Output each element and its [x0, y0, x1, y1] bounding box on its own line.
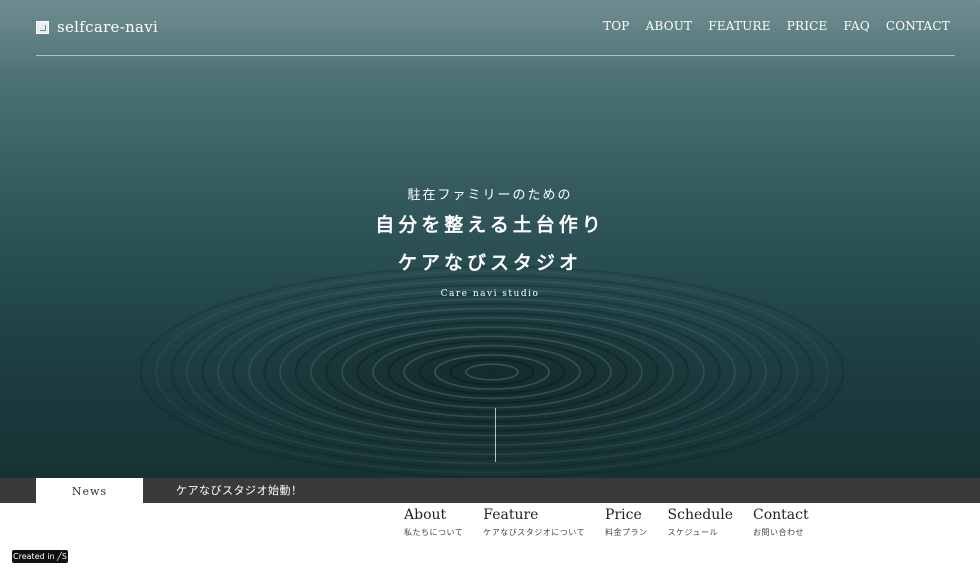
ripple-ring — [310, 316, 674, 428]
ripple-ring — [248, 298, 736, 446]
square-logo-icon — [36, 20, 49, 34]
nav-feature[interactable]: FEATURE — [708, 19, 770, 33]
nav-about[interactable]: ABOUT — [646, 19, 693, 33]
ripple-ring — [372, 335, 612, 409]
section-nav-subtitle: スケジュール — [667, 528, 718, 537]
ripple-ring — [217, 288, 767, 455]
ripple-ring — [403, 344, 581, 400]
hero-english-title: Care navi studio — [440, 289, 540, 299]
ripple-ring — [418, 349, 566, 395]
hero-subtitle: 駐在ファミリーのための — [407, 188, 573, 203]
news-tab[interactable]: News — [36, 478, 143, 503]
hero-title-line1: 自分を整える土台作り — [375, 214, 605, 236]
scroll-indicator — [495, 408, 496, 462]
section-nav-subtitle: ケアなびスタジオについて — [483, 528, 586, 537]
created-in-badge[interactable]: Created in ╱S — [12, 550, 68, 563]
news-headline[interactable]: ケアなびスタジオ始動！ — [176, 478, 303, 503]
ripple-ring — [465, 363, 519, 381]
logo-text: selfcare-navi — [57, 18, 159, 36]
site-logo[interactable]: selfcare-navi — [36, 18, 158, 36]
header-divider — [36, 55, 955, 56]
nav-price[interactable]: PRICE — [787, 19, 828, 33]
section-nav-title: Price — [605, 507, 642, 523]
nav-faq[interactable]: FAQ — [843, 19, 869, 33]
ripple-ring — [325, 321, 659, 423]
section-nav-title: Feature — [483, 507, 539, 523]
section-nav-price[interactable]: Price 料金プラン — [605, 507, 648, 538]
section-nav-about[interactable]: About 私たちについて — [404, 507, 463, 538]
section-nav-title: Schedule — [667, 507, 734, 523]
section-nav-schedule[interactable]: Schedule スケジュール — [668, 507, 733, 538]
hero-title-line2: ケアなびスタジオ — [397, 252, 582, 274]
section-nav-subtitle: 料金プラン — [605, 528, 648, 537]
section-nav-subtitle: 私たちについて — [404, 528, 464, 537]
ripple-ring — [449, 358, 535, 386]
nav-top[interactable]: TOP — [603, 19, 630, 33]
section-nav: About 私たちについて Feature ケアなびスタジオについて Price… — [404, 507, 809, 538]
main-nav: TOP ABOUT FEATURE PRICE FAQ CONTACT — [603, 19, 950, 33]
ripple-ring — [263, 302, 721, 442]
section-nav-title: Contact — [753, 507, 809, 523]
ripple-ring — [155, 270, 829, 474]
section-nav-feature[interactable]: Feature ケアなびスタジオについて — [483, 507, 585, 538]
section-nav-subtitle: お問い合わせ — [753, 528, 805, 537]
hero-copy: 駐在ファミリーのための 自分を整える土台作り ケアなびスタジオ Care nav… — [0, 184, 980, 299]
news-bar: News ケアなびスタジオ始動！ — [0, 478, 980, 503]
ripple-ring — [356, 330, 628, 414]
section-nav-contact[interactable]: Contact お問い合わせ — [753, 507, 809, 538]
hero-section: selfcare-navi TOP ABOUT FEATURE PRICE FA… — [0, 0, 980, 478]
nav-contact[interactable]: CONTACT — [886, 19, 950, 33]
ripple-ring — [201, 283, 783, 461]
section-nav-title: About — [404, 507, 447, 523]
